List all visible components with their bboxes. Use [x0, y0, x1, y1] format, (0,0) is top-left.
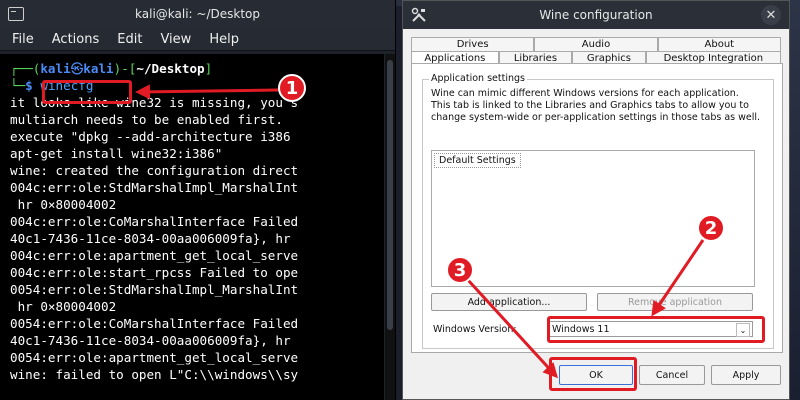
arrow-1: [135, 84, 279, 100]
arrow-3: [466, 278, 559, 379]
arrow-2: [651, 239, 705, 317]
step-badge-3: 3: [446, 256, 474, 284]
step-badge-1: 1: [278, 74, 306, 102]
annotation-arrows: [135, 84, 705, 379]
step-badge-2: 2: [697, 214, 725, 242]
